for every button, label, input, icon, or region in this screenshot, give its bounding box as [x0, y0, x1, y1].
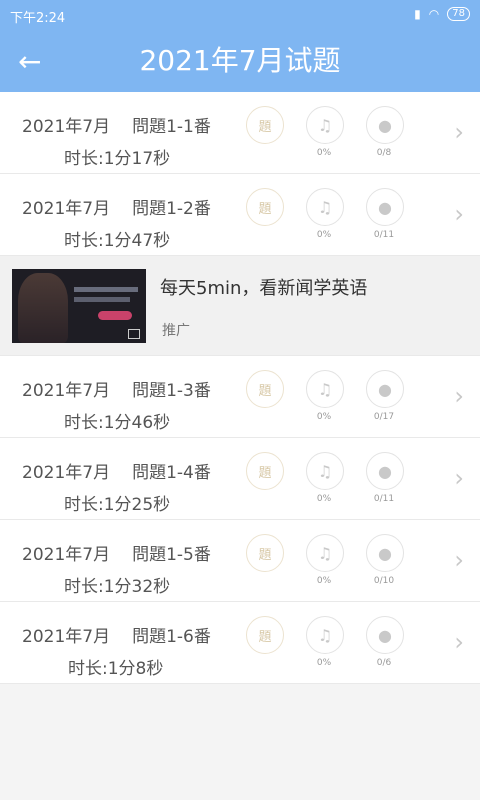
subtitle-icon[interactable]: 題 [246, 370, 284, 408]
speak-progress: 0/6 [376, 658, 392, 668]
microphone-icon[interactable]: ● [366, 370, 404, 408]
list-item[interactable]: 2021年7月 問題1-3番 时长:1分46秒 題 ♫ 0% ● 0/17 › [0, 356, 480, 438]
speak-progress: 0/11 [373, 494, 395, 504]
headphones-icon[interactable]: ♫ [306, 616, 344, 654]
microphone-icon[interactable]: ● [366, 188, 404, 226]
listen-progress: 0% [316, 494, 332, 504]
headphones-icon[interactable]: ♫ [306, 370, 344, 408]
headphones-icon[interactable]: ♫ [306, 534, 344, 572]
headphones-icon[interactable]: ♫ [306, 452, 344, 490]
item-duration: 时长:1分32秒 [64, 577, 171, 597]
list-item[interactable]: 2021年7月 問題1-2番 时长:1分47秒 題 ♫ 0% ● 0/11 › [0, 174, 480, 256]
item-question: 問題1-3番 [132, 381, 211, 401]
item-date: 2021年7月 [22, 117, 111, 137]
microphone-icon[interactable]: ● [366, 106, 404, 144]
battery-icon: 78 [447, 7, 470, 21]
listen-progress: 0% [316, 412, 332, 422]
list-item[interactable]: 2021年7月 問題1-1番 时长:1分17秒 題 ♫ 0% ● 0/8 › [0, 92, 480, 174]
listen-progress: 0% [316, 576, 332, 586]
chevron-right-icon: › [454, 628, 464, 656]
speak-progress: 0/11 [373, 230, 395, 240]
chevron-right-icon: › [454, 200, 464, 228]
list-item[interactable]: 2021年7月 問題1-6番 时长:1分8秒 題 ♫ 0% ● 0/6 › [0, 602, 480, 684]
item-duration: 时长:1分47秒 [64, 231, 171, 251]
chevron-right-icon: › [454, 382, 464, 410]
app-header: 下午2:24 ▮ ◠ 78 ← 2021年7月试题 [0, 0, 480, 92]
subtitle-icon[interactable]: 題 [246, 188, 284, 226]
list-item[interactable]: 2021年7月 問題1-4番 时长:1分25秒 題 ♫ 0% ● 0/11 › [0, 438, 480, 520]
chevron-right-icon: › [454, 464, 464, 492]
item-question: 問題1-4番 [132, 463, 211, 483]
item-duration: 时长:1分46秒 [64, 413, 171, 433]
status-bar: 下午2:24 ▮ ◠ 78 [0, 0, 480, 32]
item-question: 問題1-2番 [132, 199, 211, 219]
wifi-icon: ◠ [428, 7, 440, 21]
signal-icon: ▮ [414, 7, 421, 21]
microphone-icon[interactable]: ● [366, 452, 404, 490]
item-duration: 时长:1分25秒 [64, 495, 171, 515]
listen-progress: 0% [316, 230, 332, 240]
listen-progress: 0% [316, 658, 332, 668]
item-question: 問題1-1番 [132, 117, 211, 137]
chevron-right-icon: › [454, 546, 464, 574]
ad-title: 每天5min，看新闻学英语 [160, 278, 368, 299]
speak-progress: 0/10 [373, 576, 395, 586]
ad-tag: 推广 [162, 323, 190, 339]
subtitle-icon[interactable]: 題 [246, 534, 284, 572]
speak-progress: 0/17 [373, 412, 395, 422]
page-title: 2021年7月试题 [139, 44, 341, 77]
ad-thumbnail [12, 269, 146, 343]
listen-progress: 0% [316, 148, 332, 158]
item-date: 2021年7月 [22, 627, 111, 647]
headphones-icon[interactable]: ♫ [306, 106, 344, 144]
item-question: 問題1-6番 [132, 627, 211, 647]
microphone-icon[interactable]: ● [366, 534, 404, 572]
item-date: 2021年7月 [22, 463, 111, 483]
subtitle-icon[interactable]: 題 [246, 616, 284, 654]
status-time: 下午2:24 [10, 11, 66, 26]
speak-progress: 0/8 [376, 148, 392, 158]
question-list: 2021年7月 問題1-1番 时长:1分17秒 題 ♫ 0% ● 0/8 › 20… [0, 92, 480, 684]
item-duration: 时长:1分17秒 [64, 149, 171, 169]
ad-banner[interactable]: 每天5min，看新闻学英语 推广 [0, 256, 480, 356]
item-date: 2021年7月 [22, 199, 111, 219]
microphone-icon[interactable]: ● [366, 616, 404, 654]
item-date: 2021年7月 [22, 545, 111, 565]
chevron-right-icon: › [454, 118, 464, 146]
item-duration: 时长:1分8秒 [68, 659, 164, 679]
headphones-icon[interactable]: ♫ [306, 188, 344, 226]
subtitle-icon[interactable]: 題 [246, 106, 284, 144]
subtitle-icon[interactable]: 題 [246, 452, 284, 490]
item-date: 2021年7月 [22, 381, 111, 401]
status-icons: ▮ ◠ 78 [414, 7, 470, 21]
item-question: 問題1-5番 [132, 545, 211, 565]
list-item[interactable]: 2021年7月 問題1-5番 时长:1分32秒 題 ♫ 0% ● 0/10 › [0, 520, 480, 602]
